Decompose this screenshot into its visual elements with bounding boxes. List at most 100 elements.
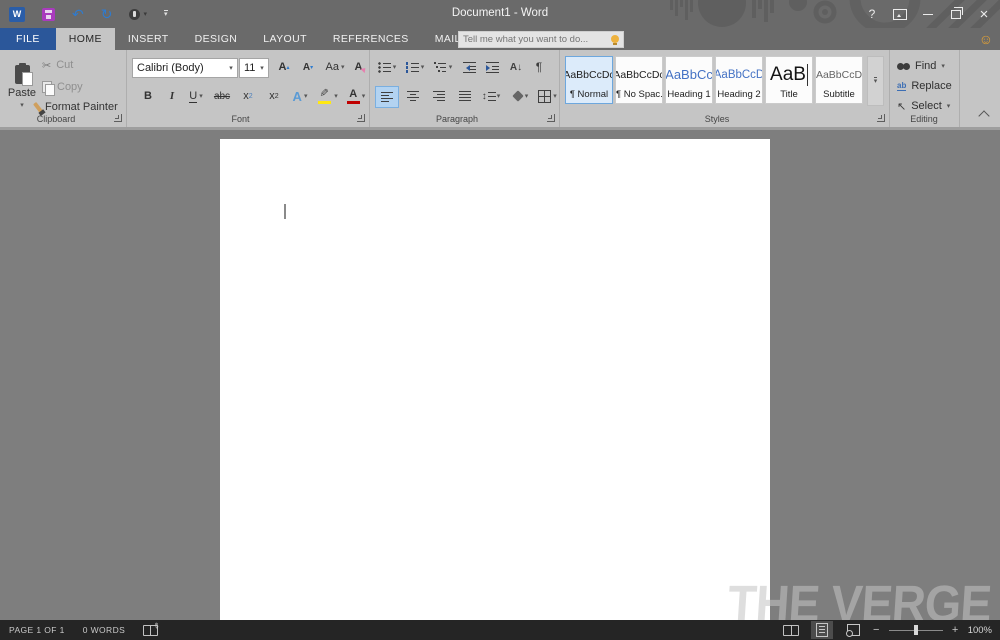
clipboard-dialog-launcher[interactable] — [114, 114, 122, 122]
superscript-button[interactable]: x2 — [264, 86, 284, 106]
tell-me-box[interactable] — [458, 31, 624, 48]
clipboard-group-label: Clipboard — [0, 114, 112, 124]
font-name-combobox[interactable]: Calibri (Body) ▾ — [132, 58, 238, 78]
select-button[interactable]: ↖ Select ▾ — [897, 98, 950, 114]
copy-button[interactable]: Copy — [42, 79, 83, 95]
close-button[interactable]: × — [970, 0, 998, 28]
sort-button[interactable]: A↓ — [506, 58, 526, 76]
style-tile-normal[interactable]: AaBbCcDc ¶ Normal — [565, 56, 613, 104]
decrease-indent-icon — [463, 62, 476, 73]
numbering-icon — [406, 62, 419, 73]
underline-button[interactable]: U ▾ — [184, 86, 208, 106]
zoom-slider[interactable] — [889, 625, 943, 635]
numbering-button[interactable]: ▾ — [403, 58, 427, 76]
collapse-ribbon-icon[interactable] — [978, 110, 989, 121]
print-layout-button[interactable] — [811, 621, 833, 639]
tab-home[interactable]: HOME — [56, 28, 115, 50]
subscript-button[interactable]: x2 — [238, 86, 258, 106]
align-right-button[interactable] — [428, 86, 450, 106]
document-page[interactable] — [220, 139, 770, 620]
text-effects-button[interactable]: A ▾ — [288, 86, 312, 106]
copy-icon — [42, 81, 52, 93]
tab-insert[interactable]: INSERT — [115, 28, 182, 50]
paste-button[interactable]: Paste ▾ — [4, 56, 40, 118]
format-painter-button[interactable]: Format Painter — [36, 99, 118, 115]
chevron-down-icon: ▾ — [143, 10, 147, 18]
style-tile-heading2[interactable]: AaBbCcD Heading 2 — [715, 56, 763, 104]
find-button[interactable]: Find ▾ — [897, 58, 945, 74]
style-tile-no-spacing[interactable]: AaBbCcDc ¶ No Spac... — [615, 56, 663, 104]
tab-references[interactable]: REFERENCES — [320, 28, 422, 50]
word-app-icon[interactable]: W — [9, 7, 25, 22]
undo-icon[interactable]: ↶ — [72, 7, 84, 21]
redo-icon[interactable]: ↻ — [101, 7, 113, 21]
tab-file[interactable]: FILE — [0, 28, 56, 50]
font-dialog-launcher[interactable] — [357, 114, 365, 122]
styles-dialog-launcher[interactable] — [877, 114, 885, 122]
paragraph-dialog-launcher[interactable] — [547, 114, 555, 122]
bold-button[interactable]: B — [138, 86, 158, 106]
ribbon-display-options-button[interactable] — [886, 0, 914, 28]
pilcrow-icon: ¶ — [536, 60, 542, 74]
styles-more-button[interactable]: ▾ — [867, 56, 884, 106]
tab-design[interactable]: DESIGN — [182, 28, 251, 50]
find-label: Find — [915, 60, 936, 72]
show-paragraph-marks-button[interactable]: ¶ — [530, 58, 548, 76]
bullets-button[interactable]: ▾ — [375, 58, 399, 76]
zoom-out-button[interactable]: − — [873, 624, 880, 636]
italic-icon: I — [170, 90, 174, 102]
minimize-button[interactable] — [914, 0, 942, 28]
read-mode-button[interactable] — [780, 621, 802, 639]
decrease-indent-button[interactable] — [459, 58, 479, 76]
align-left-button[interactable] — [375, 86, 399, 108]
replace-button[interactable]: ab Replace — [897, 78, 952, 94]
borders-button[interactable]: ▾ — [537, 86, 558, 106]
feedback-smiley-icon[interactable]: ☺ — [979, 32, 993, 46]
change-case-button[interactable]: Aa ▾ — [322, 58, 348, 76]
tell-me-input[interactable] — [459, 34, 611, 45]
word-count-label[interactable]: 0 WORDS — [83, 625, 125, 635]
clear-formatting-button[interactable]: A — [350, 58, 367, 76]
web-layout-button[interactable] — [842, 621, 864, 639]
help-button[interactable]: ? — [858, 0, 886, 28]
style-label: Title — [766, 89, 812, 100]
zoom-level-label[interactable]: 100% — [968, 625, 992, 636]
clipboard-icon — [15, 65, 30, 84]
font-size-value: 11 — [240, 62, 256, 74]
shading-button[interactable]: ▾ — [508, 86, 534, 106]
zoom-slider-thumb[interactable] — [914, 625, 918, 635]
align-center-button[interactable] — [402, 86, 424, 106]
more-styles-icon: ▾ — [874, 77, 878, 85]
chevron-down-icon: ▾ — [449, 64, 453, 71]
save-icon[interactable] — [42, 8, 55, 21]
change-case-icon: Aa — [326, 61, 339, 73]
increase-indent-button[interactable] — [482, 58, 502, 76]
restore-button[interactable] — [942, 0, 970, 28]
text-highlight-button[interactable]: ✎ ▾ — [316, 86, 340, 106]
grow-font-button[interactable]: A▴ — [274, 58, 294, 76]
line-spacing-button[interactable]: ↕ ▾ — [478, 86, 504, 106]
style-tile-title[interactable]: AaB Title — [765, 56, 813, 104]
select-arrow-icon: ↖ — [897, 100, 906, 113]
style-tile-subtitle[interactable]: AaBbCcD Subtitle — [815, 56, 863, 104]
ribbon: Paste ▾ ✂ Cut Copy Format Painter Clipbo… — [0, 50, 1000, 130]
italic-button[interactable]: I — [162, 86, 182, 106]
customize-qat-button[interactable]: ▾ — [164, 10, 168, 18]
strikethrough-button[interactable]: abc — [212, 86, 232, 106]
shrink-font-button[interactable]: A▾ — [298, 58, 318, 76]
multilevel-list-button[interactable]: ▾ — [431, 58, 455, 76]
chevron-down-icon: ▾ — [334, 93, 338, 100]
cut-button[interactable]: ✂ Cut — [42, 57, 73, 73]
text-cursor — [284, 204, 286, 219]
tab-layout[interactable]: LAYOUT — [250, 28, 320, 50]
font-size-combobox[interactable]: 11 ▾ — [239, 58, 269, 78]
style-tile-heading1[interactable]: AaBbCc Heading 1 — [665, 56, 713, 104]
touch-mouse-mode-button[interactable]: ▾ — [129, 9, 147, 20]
font-color-button[interactable]: A ▾ — [344, 86, 368, 106]
proofing-status-icon[interactable]: ✎ — [143, 625, 158, 636]
document-area[interactable]: THE VERGE — [0, 130, 1000, 620]
justify-button[interactable] — [454, 86, 476, 106]
read-mode-icon — [783, 625, 799, 636]
page-count-label[interactable]: PAGE 1 OF 1 — [9, 625, 65, 635]
zoom-in-button[interactable]: + — [952, 624, 959, 636]
